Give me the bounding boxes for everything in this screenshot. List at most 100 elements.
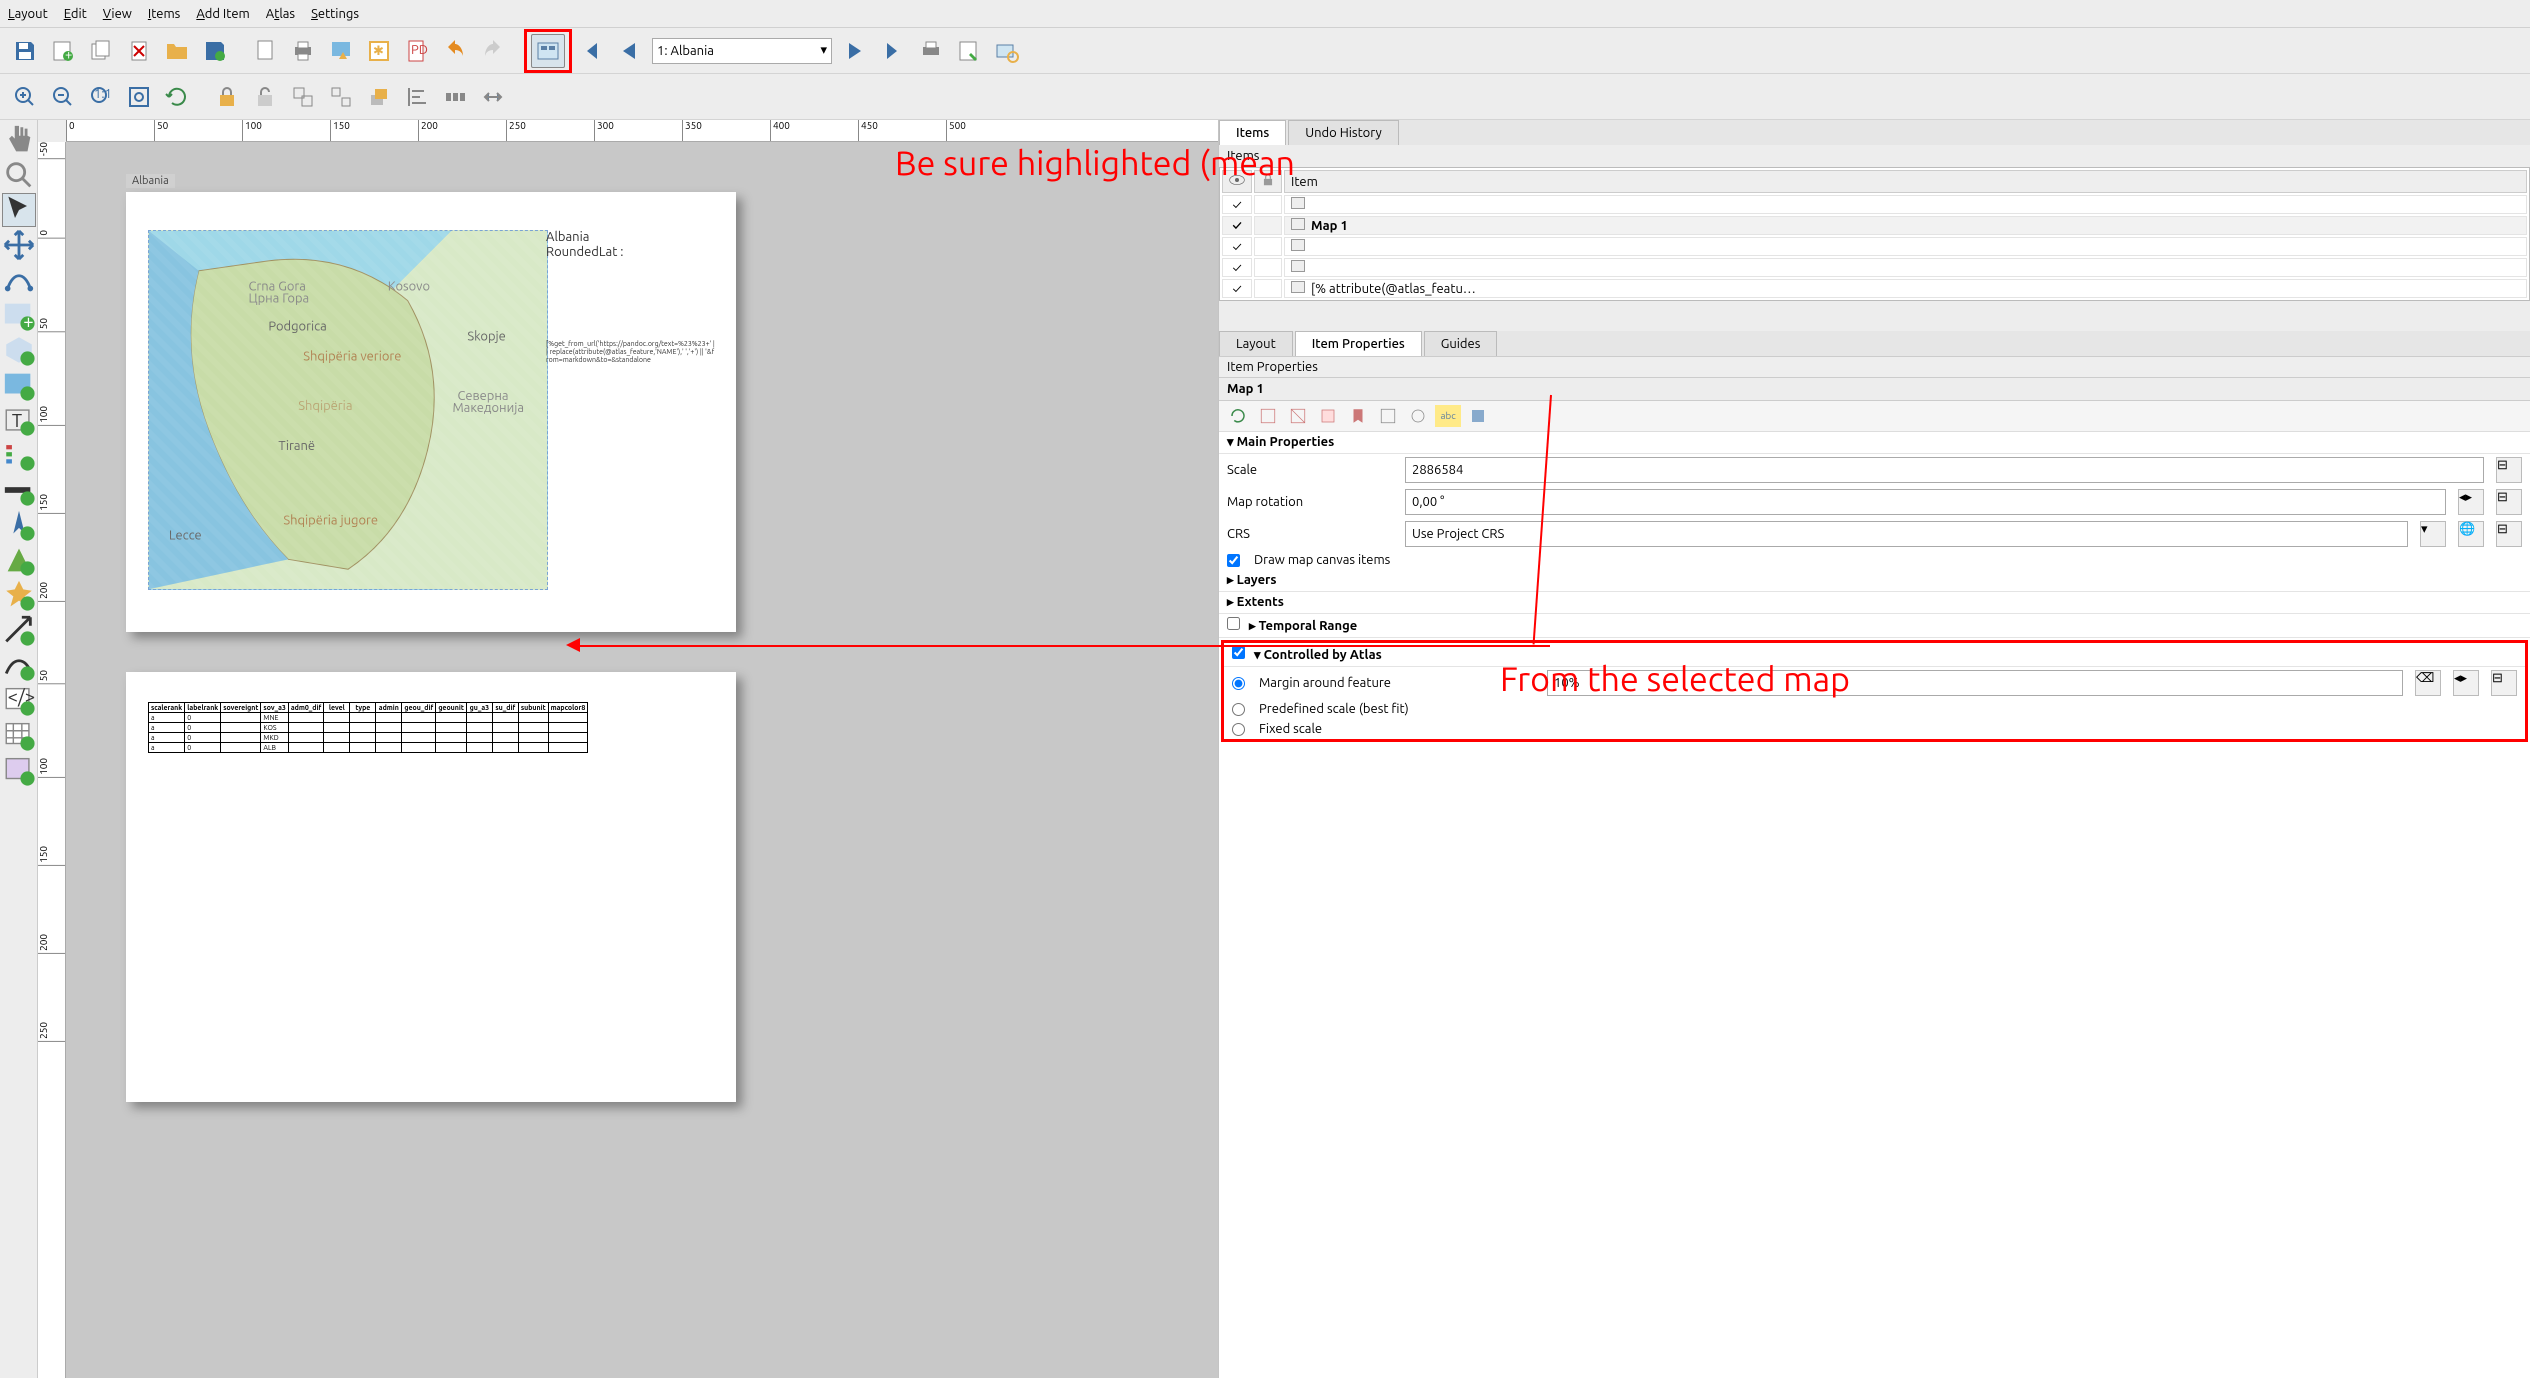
- menu-additem[interactable]: Add Item: [196, 7, 249, 21]
- margin-expr-icon[interactable]: ⊟: [2491, 670, 2517, 696]
- set-extent-icon[interactable]: [1255, 405, 1281, 427]
- attribute-table-item[interactable]: scaleranklabelranksovereigntsov_a3adm0_d…: [148, 702, 588, 753]
- draw-canvas-checkbox[interactable]: [1227, 554, 1240, 567]
- tab-layout[interactable]: Layout: [1219, 331, 1293, 356]
- add-nodeitem-icon[interactable]: [2, 648, 36, 682]
- zoom-full-icon[interactable]: [122, 80, 156, 114]
- add-legend-icon[interactable]: [2, 438, 36, 472]
- layout-page-2[interactable]: scaleranklabelranksovereigntsov_a3adm0_d…: [126, 672, 736, 1102]
- tab-items[interactable]: Items: [1219, 120, 1286, 145]
- section-layers[interactable]: Layers: [1219, 570, 2530, 592]
- new-page-icon[interactable]: [248, 34, 282, 68]
- layout-canvas[interactable]: Albania Shqipëria Crna Gora Црна Гора Ko…: [66, 142, 1218, 1378]
- edit-nodes-icon[interactable]: [2, 263, 36, 297]
- group-icon[interactable]: [286, 80, 320, 114]
- ungroup-icon[interactable]: [324, 80, 358, 114]
- preview-atlas-icon[interactable]: [531, 34, 565, 68]
- map-item[interactable]: Shqipëria Crna Gora Црна Гора Kosovo Сев…: [148, 230, 548, 590]
- menu-settings[interactable]: Settings: [311, 7, 359, 21]
- zoom-in-icon[interactable]: [8, 80, 42, 114]
- resize-icon[interactable]: [476, 80, 510, 114]
- section-temporal[interactable]: Temporal Range: [1219, 614, 2530, 638]
- add-northarrow-icon[interactable]: [2, 508, 36, 542]
- atlas-prev-icon[interactable]: [612, 34, 646, 68]
- crs-input[interactable]: [1405, 521, 2408, 547]
- view-extent-icon[interactable]: [1285, 405, 1311, 427]
- clip-icon[interactable]: [1465, 405, 1491, 427]
- save-template-icon[interactable]: [198, 34, 232, 68]
- tab-item-properties[interactable]: Item Properties: [1295, 331, 1422, 356]
- export-image-icon[interactable]: [324, 34, 358, 68]
- add-fixedtable-icon[interactable]: [2, 753, 36, 787]
- export-pdf-icon[interactable]: PDF: [400, 34, 434, 68]
- items-table[interactable]: Item ✓✓Map 1✓✓✓[% attribute(@atlas_featu…: [1219, 167, 2530, 301]
- bookmark-extent-icon[interactable]: [1345, 405, 1371, 427]
- atlas-print-icon[interactable]: [914, 34, 948, 68]
- atlas-settings-icon[interactable]: [990, 34, 1024, 68]
- section-extents[interactable]: Extents: [1219, 592, 2530, 614]
- tab-undo-history[interactable]: Undo History: [1288, 120, 1399, 145]
- tab-guides[interactable]: Guides: [1424, 331, 1498, 356]
- add-table-icon[interactable]: [2, 718, 36, 752]
- crs-down-icon[interactable]: ▾: [2420, 521, 2446, 547]
- crs-expr-icon[interactable]: ⊟: [2496, 521, 2522, 547]
- rotation-spin-icon[interactable]: ◂▸: [2458, 489, 2484, 515]
- items-row[interactable]: ✓[% attribute(@atlas_featu…: [1222, 279, 2527, 298]
- layout-page-1[interactable]: Shqipëria Crna Gora Црна Гора Kosovo Сев…: [126, 192, 736, 632]
- rotation-input[interactable]: [1405, 489, 2446, 515]
- raise-icon[interactable]: [362, 80, 396, 114]
- menu-items[interactable]: Items: [148, 7, 180, 21]
- items-row[interactable]: ✓: [1222, 258, 2527, 277]
- add-html-icon[interactable]: </>: [2, 683, 36, 717]
- undo-icon[interactable]: [438, 34, 472, 68]
- zoom-tool-icon[interactable]: [2, 158, 36, 192]
- menu-atlas[interactable]: Atlas: [266, 7, 295, 21]
- interactive-edit-icon[interactable]: [1375, 405, 1401, 427]
- rotation-expr-icon[interactable]: ⊟: [2496, 489, 2522, 515]
- align-left-icon[interactable]: [400, 80, 434, 114]
- new-layout-icon[interactable]: +: [46, 34, 80, 68]
- margin-clear-icon[interactable]: ⌫: [2415, 670, 2441, 696]
- margin-radio[interactable]: [1232, 677, 1245, 690]
- section-main-properties[interactable]: Main Properties: [1219, 432, 2530, 454]
- atlas-last-icon[interactable]: [876, 34, 910, 68]
- labeling-icon[interactable]: abc: [1435, 405, 1461, 427]
- refresh-map-icon[interactable]: [1225, 405, 1251, 427]
- pan-tool-icon[interactable]: [2, 123, 36, 157]
- items-row[interactable]: ✓Map 1: [1222, 216, 2527, 235]
- select-tool-icon[interactable]: [2, 193, 36, 227]
- lock-icon[interactable]: [210, 80, 244, 114]
- add-arrow-icon[interactable]: [2, 613, 36, 647]
- add-marker-icon[interactable]: [2, 578, 36, 612]
- predefined-radio[interactable]: [1232, 703, 1245, 716]
- menu-edit[interactable]: Edit: [64, 7, 87, 21]
- print-icon[interactable]: [286, 34, 320, 68]
- crs-select-icon[interactable]: 🌐: [2458, 521, 2484, 547]
- refresh-icon[interactable]: [160, 80, 194, 114]
- add-3dmap-icon[interactable]: [2, 333, 36, 367]
- add-scalebar-icon[interactable]: [2, 473, 36, 507]
- open-folder-icon[interactable]: [160, 34, 194, 68]
- add-label-icon[interactable]: T: [2, 403, 36, 437]
- margin-spin-icon[interactable]: ◂▸: [2453, 670, 2479, 696]
- fixed-radio[interactable]: [1232, 723, 1245, 736]
- zoom-out-icon[interactable]: [46, 80, 80, 114]
- add-shape-icon[interactable]: [2, 543, 36, 577]
- atlas-next-icon[interactable]: [838, 34, 872, 68]
- atlas-checkbox[interactable]: [1232, 646, 1245, 659]
- scale-input[interactable]: [1405, 457, 2484, 483]
- menu-view[interactable]: View: [103, 7, 132, 21]
- atlas-export-icon[interactable]: [952, 34, 986, 68]
- map-extent-to-icon[interactable]: [1315, 405, 1341, 427]
- margin-input[interactable]: [1547, 670, 2403, 696]
- delete-layout-icon[interactable]: [122, 34, 156, 68]
- duplicate-layout-icon[interactable]: [84, 34, 118, 68]
- redo-icon[interactable]: [476, 34, 510, 68]
- clip-settings-icon[interactable]: [1405, 405, 1431, 427]
- items-row[interactable]: ✓: [1222, 237, 2527, 256]
- scale-expr-icon[interactable]: ⊟: [2496, 457, 2522, 483]
- menu-layout[interactable]: LLayoutayout: [8, 7, 48, 21]
- items-row[interactable]: ✓: [1222, 195, 2527, 214]
- save-icon[interactable]: [8, 34, 42, 68]
- add-picture-icon[interactable]: [2, 368, 36, 402]
